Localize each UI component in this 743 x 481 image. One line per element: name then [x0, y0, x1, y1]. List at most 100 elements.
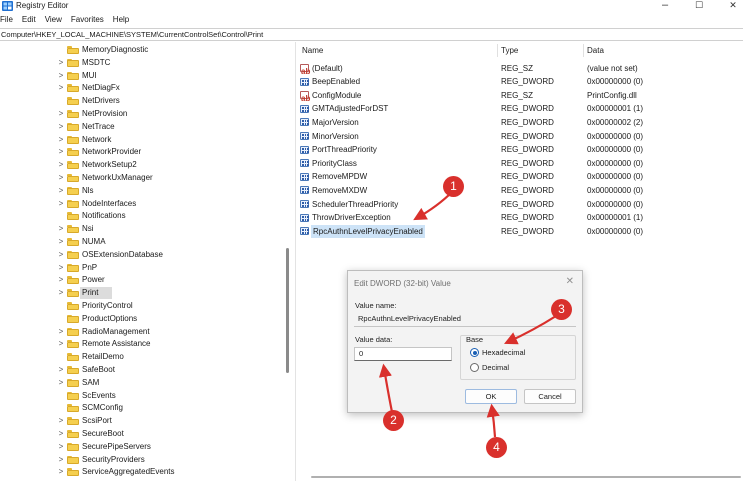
- chevron-right-icon[interactable]: >: [57, 172, 65, 184]
- tree-item[interactable]: > SAM: [0, 377, 290, 390]
- tree-item[interactable]: > SecureBoot: [0, 428, 290, 441]
- tree-item[interactable]: > NetworkUxManager: [0, 172, 290, 185]
- tree-item[interactable]: > Remote Assistance: [0, 338, 290, 351]
- chevron-right-icon[interactable]: >: [57, 287, 65, 299]
- registry-key-tree[interactable]: MemoryDiagnostic > MSDTC > MUI > NetDiagFx NetD…: [0, 42, 294, 481]
- menu-edit[interactable]: Edit: [18, 13, 41, 27]
- chevron-right-icon[interactable]: >: [57, 57, 65, 69]
- chevron-right-icon[interactable]: >: [57, 466, 65, 478]
- column-header-data[interactable]: Data: [587, 46, 604, 56]
- chevron-right-icon[interactable]: >: [57, 134, 65, 146]
- column-header-name[interactable]: Name: [302, 46, 323, 56]
- tree-item[interactable]: > RadioManagement: [0, 326, 290, 339]
- chevron-right-icon[interactable]: >: [57, 377, 65, 389]
- registry-value-row[interactable]: ab (Default) REG_SZ (value not set): [297, 62, 743, 76]
- tree-item[interactable]: > SecurityProviders: [0, 454, 290, 467]
- tree-item[interactable]: MemoryDiagnostic: [0, 44, 290, 57]
- chevron-right-icon[interactable]: >: [57, 338, 65, 350]
- tree-item[interactable]: SCMConfig: [0, 402, 290, 415]
- registry-value-row[interactable]: GMTAdjustedForDST REG_DWORD 0x00000001 (1): [297, 102, 743, 116]
- menu-view[interactable]: View: [41, 13, 67, 27]
- chevron-right-icon[interactable]: >: [57, 262, 65, 274]
- dialog-close-icon[interactable]: ✕: [566, 276, 574, 287]
- menu-favorites[interactable]: Favorites: [67, 13, 109, 27]
- tree-item[interactable]: > NodeInterfaces: [0, 198, 290, 211]
- ok-button[interactable]: OK: [465, 389, 517, 404]
- tree-item[interactable]: > PnP: [0, 262, 290, 275]
- tree-scrollbar[interactable]: [286, 248, 289, 373]
- registry-value-row[interactable]: ab ConfigModule REG_SZ PrintConfig.dll: [297, 89, 743, 103]
- tree-item[interactable]: ScEvents: [0, 390, 290, 403]
- registry-value-row[interactable]: ThrowDriverException REG_DWORD 0x00000001 …: [297, 211, 743, 225]
- close-icon[interactable]: ✕: [726, 0, 740, 11]
- chevron-right-icon[interactable]: >: [57, 159, 65, 171]
- chevron-right-icon[interactable]: >: [57, 198, 65, 210]
- tree-item[interactable]: Notifications: [0, 210, 290, 223]
- chevron-right-icon[interactable]: >: [57, 428, 65, 440]
- list-horizontal-scrollbar[interactable]: [311, 476, 741, 478]
- tree-item[interactable]: > NetProvision: [0, 108, 290, 121]
- chevron-right-icon[interactable]: >: [57, 441, 65, 453]
- menu-help[interactable]: Help: [109, 13, 134, 27]
- cancel-button[interactable]: Cancel: [524, 389, 576, 404]
- column-header-type[interactable]: Type: [501, 46, 518, 56]
- tree-item[interactable]: > Power: [0, 274, 290, 287]
- registry-value-row[interactable]: MinorVersion REG_DWORD 0x00000000 (0): [297, 130, 743, 144]
- tree-item[interactable]: > MUI: [0, 70, 290, 83]
- decimal-label[interactable]: Decimal: [482, 363, 509, 373]
- registry-value-row[interactable]: BeepEnabled REG_DWORD 0x00000000 (0): [297, 75, 743, 89]
- column-separator[interactable]: [583, 44, 584, 57]
- registry-value-list[interactable]: Name Type Data ab (Default) REG_SZ (value n…: [297, 42, 743, 481]
- pane-divider[interactable]: [295, 42, 296, 481]
- registry-value-row[interactable]: MajorVersion REG_DWORD 0x00000002 (2): [297, 116, 743, 130]
- chevron-right-icon[interactable]: >: [57, 274, 65, 286]
- registry-value-row[interactable]: SchedulerThreadPriority REG_DWORD 0x000000…: [297, 198, 743, 212]
- chevron-right-icon[interactable]: >: [57, 326, 65, 338]
- chevron-right-icon[interactable]: >: [57, 249, 65, 261]
- value-data-input[interactable]: 0: [354, 347, 452, 361]
- tree-item[interactable]: > Nls: [0, 185, 290, 198]
- decimal-radio[interactable]: [470, 363, 479, 372]
- tree-item[interactable]: > NetTrace: [0, 121, 290, 134]
- tree-item[interactable]: > SecurePipeServers: [0, 441, 290, 454]
- chevron-right-icon[interactable]: >: [57, 185, 65, 197]
- registry-value-row[interactable]: PriorityClass REG_DWORD 0x00000000 (0): [297, 157, 743, 171]
- tree-item[interactable]: > Network: [0, 134, 290, 147]
- tree-item[interactable]: > OSExtensionDatabase: [0, 249, 290, 262]
- chevron-right-icon[interactable]: >: [57, 121, 65, 133]
- minimize-icon[interactable]: –: [658, 0, 672, 11]
- tree-item[interactable]: > Print: [0, 287, 290, 300]
- tree-item[interactable]: > NUMA: [0, 236, 290, 249]
- chevron-right-icon[interactable]: >: [57, 236, 65, 248]
- tree-item[interactable]: > Nsi: [0, 223, 290, 236]
- chevron-right-icon[interactable]: >: [57, 70, 65, 82]
- tree-item[interactable]: > MSDTC: [0, 57, 290, 70]
- chevron-right-icon[interactable]: >: [57, 415, 65, 427]
- tree-item[interactable]: ProductOptions: [0, 313, 290, 326]
- tree-item[interactable]: > NetworkSetup2: [0, 159, 290, 172]
- chevron-right-icon[interactable]: >: [57, 82, 65, 94]
- tree-item[interactable]: > NetworkProvider: [0, 146, 290, 159]
- hexadecimal-radio[interactable]: [470, 348, 479, 357]
- chevron-right-icon[interactable]: >: [57, 146, 65, 158]
- tree-item[interactable]: > ScsiPort: [0, 415, 290, 428]
- maximize-icon[interactable]: ☐: [692, 0, 706, 11]
- hexadecimal-label[interactable]: Hexadecimal: [482, 348, 525, 358]
- registry-value-row[interactable]: RemoveMPDW REG_DWORD 0x00000000 (0): [297, 170, 743, 184]
- menu-file[interactable]: File: [0, 13, 18, 27]
- chevron-right-icon[interactable]: >: [57, 223, 65, 235]
- tree-item[interactable]: PriorityControl: [0, 300, 290, 313]
- column-separator[interactable]: [497, 44, 498, 57]
- address-bar[interactable]: Computer\HKEY_LOCAL_MACHINE\SYSTEM\Curre…: [0, 28, 743, 41]
- chevron-right-icon[interactable]: >: [57, 108, 65, 120]
- tree-item[interactable]: > SafeBoot: [0, 364, 290, 377]
- registry-value-row[interactable]: RpcAuthnLevelPrivacyEnabled REG_DWORD 0x00…: [297, 224, 643, 239]
- registry-value-row[interactable]: RemoveMXDW REG_DWORD 0x00000000 (0): [297, 184, 743, 198]
- tree-item[interactable]: NetDrivers: [0, 95, 290, 108]
- tree-item[interactable]: > ServiceAggregatedEvents: [0, 466, 290, 479]
- tree-item[interactable]: RetailDemo: [0, 351, 290, 364]
- registry-value-row[interactable]: PortThreadPriority REG_DWORD 0x00000000 (0…: [297, 143, 743, 157]
- chevron-right-icon[interactable]: >: [57, 454, 65, 466]
- tree-item[interactable]: > NetDiagFx: [0, 82, 290, 95]
- chevron-right-icon[interactable]: >: [57, 364, 65, 376]
